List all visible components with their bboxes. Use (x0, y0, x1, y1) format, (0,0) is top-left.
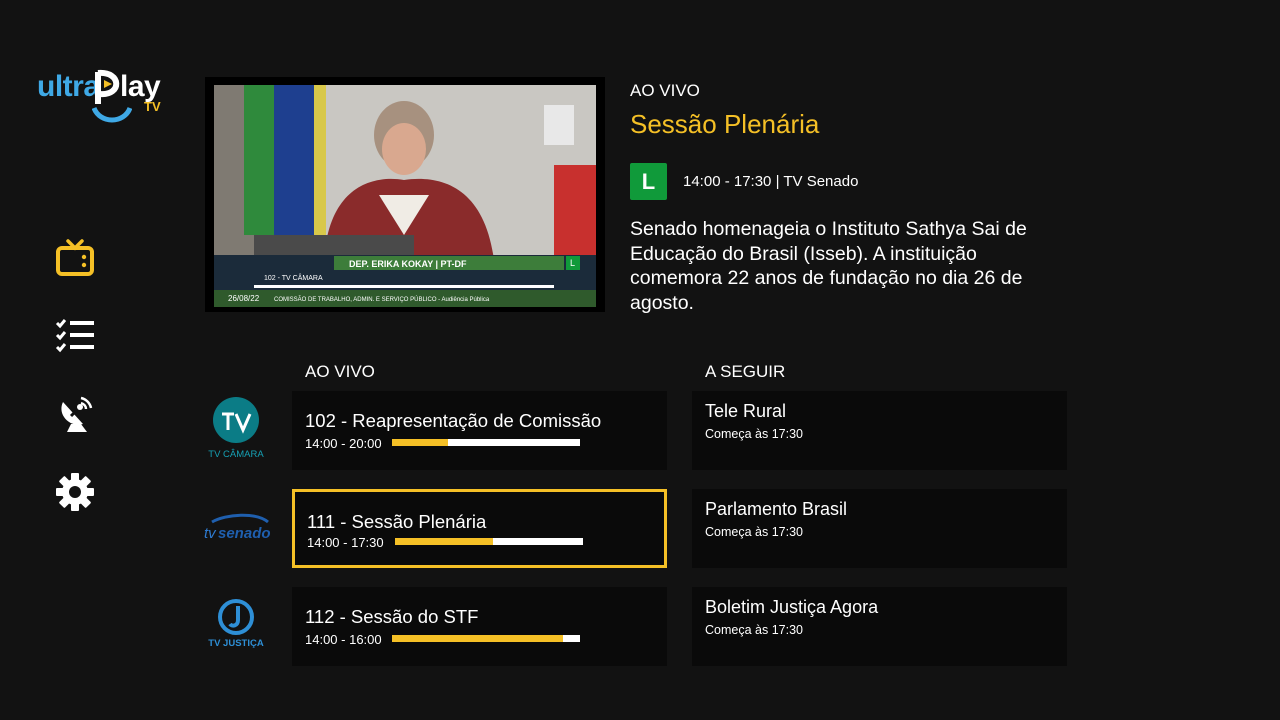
lower-third-committee: COMISSÃO DE TRABALHO, ADMIN. E SERVIÇO P… (274, 296, 490, 303)
now-program-title: 102 - Reapresentação de Comissão (305, 410, 602, 431)
video-frame: DEP. ERIKA KOKAY | PT-DF L 102 - TV CÂMA… (214, 85, 596, 307)
program-time-channel: 14:00 - 17:30 | TV Senado (683, 173, 859, 190)
progress-bar (392, 439, 580, 446)
now-program-time: 14:00 - 20:00 (305, 436, 382, 451)
svg-text:L: L (570, 258, 575, 268)
program-title: Sessão Plenária (630, 109, 820, 139)
progress-fill (392, 635, 564, 642)
sidebar-item-channels[interactable] (53, 392, 97, 436)
tv-camara-logo-icon: TV CÂMARA (208, 397, 264, 460)
next-card-row-1[interactable]: Tele Rural Começa às 17:30 (692, 391, 1067, 470)
lower-third-name: DEP. ERIKA KOKAY | PT-DF (349, 259, 467, 269)
age-rating-badge: L (630, 163, 667, 200)
tv-camara-logo-text: TV CÂMARA (208, 449, 264, 460)
checklist-icon (55, 319, 94, 353)
now-program-title: 111 - Sessão Plenária (307, 511, 487, 532)
satellite-dish-icon (61, 396, 93, 432)
lower-third-date: 26/08/22 (228, 294, 260, 303)
video-still: DEP. ERIKA KOKAY | PT-DF L 102 - TV CÂMA… (214, 85, 596, 307)
progress-fill (395, 538, 493, 545)
tv-icon (56, 239, 94, 276)
sidebar-item-settings[interactable] (53, 470, 97, 514)
tv-guide-screen: ultra lay TV DEP. ERIKA KOKAY | PT-DF L … (0, 0, 1280, 720)
next-program-title: Boletim Justiça Agora (705, 597, 879, 617)
channel-logo-tv-camara[interactable]: TV CÂMARA (198, 390, 274, 468)
next-program-start: Começa às 17:30 (705, 525, 803, 539)
next-program-title: Tele Rural (705, 401, 787, 421)
tv-justica-logo-icon: TV JUSTIÇA (208, 599, 264, 649)
now-status-label: AO VIVO (630, 81, 700, 100)
next-card-row-3[interactable]: Boletim Justiça Agora Começa às 17:30 (692, 587, 1067, 666)
column-header-next: A SEGUIR (705, 362, 786, 381)
now-card-row-2-selected[interactable]: 111 - Sessão Plenária 14:00 - 17:30 (292, 489, 667, 568)
now-program-time: 14:00 - 17:30 (307, 535, 384, 550)
sidebar-item-live-tv[interactable] (53, 236, 97, 280)
tv-senado-logo-icon: tv senado (204, 513, 271, 542)
tv-senado-logo-text-a: tv (204, 525, 217, 542)
tv-justica-logo-text: TV JUSTIÇA (208, 638, 264, 649)
gear-icon (56, 473, 94, 511)
ultraplay-logo: ultra lay TV (36, 62, 196, 132)
next-program-start: Começa às 17:30 (705, 623, 803, 637)
now-program-time: 14:00 - 16:00 (305, 632, 382, 647)
next-program-start: Começa às 17:30 (705, 427, 803, 441)
tv-senado-logo-text-b: senado (218, 525, 271, 542)
progress-bar (392, 635, 580, 642)
live-preview-player[interactable]: DEP. ERIKA KOKAY | PT-DF L 102 - TV CÂMA… (205, 77, 605, 312)
channel-logo-tv-senado[interactable]: tv senado (198, 489, 274, 567)
next-card-row-2[interactable]: Parlamento Brasil Começa às 17:30 (692, 489, 1067, 568)
program-description: Senado homenageia o Instituto Sathya Sai… (630, 218, 1027, 314)
logo-tv: TV (144, 99, 161, 114)
progress-fill (392, 439, 449, 446)
lower-third-channel: 102 - TV CÂMARA (264, 273, 323, 282)
next-program-title: Parlamento Brasil (705, 499, 848, 519)
channel-logo-tv-justica[interactable]: TV JUSTIÇA (198, 586, 274, 664)
progress-bar (395, 538, 583, 545)
now-card-row-3[interactable]: 112 - Sessão do STF 14:00 - 16:00 (292, 587, 667, 666)
column-header-now: AO VIVO (305, 362, 375, 381)
now-card-row-1[interactable]: 102 - Reapresentação de Comissão 14:00 -… (292, 391, 667, 470)
now-program-title: 112 - Sessão do STF (305, 606, 479, 627)
logo-word-ultra: ultra (37, 70, 100, 103)
sidebar-item-guide[interactable] (53, 314, 97, 358)
